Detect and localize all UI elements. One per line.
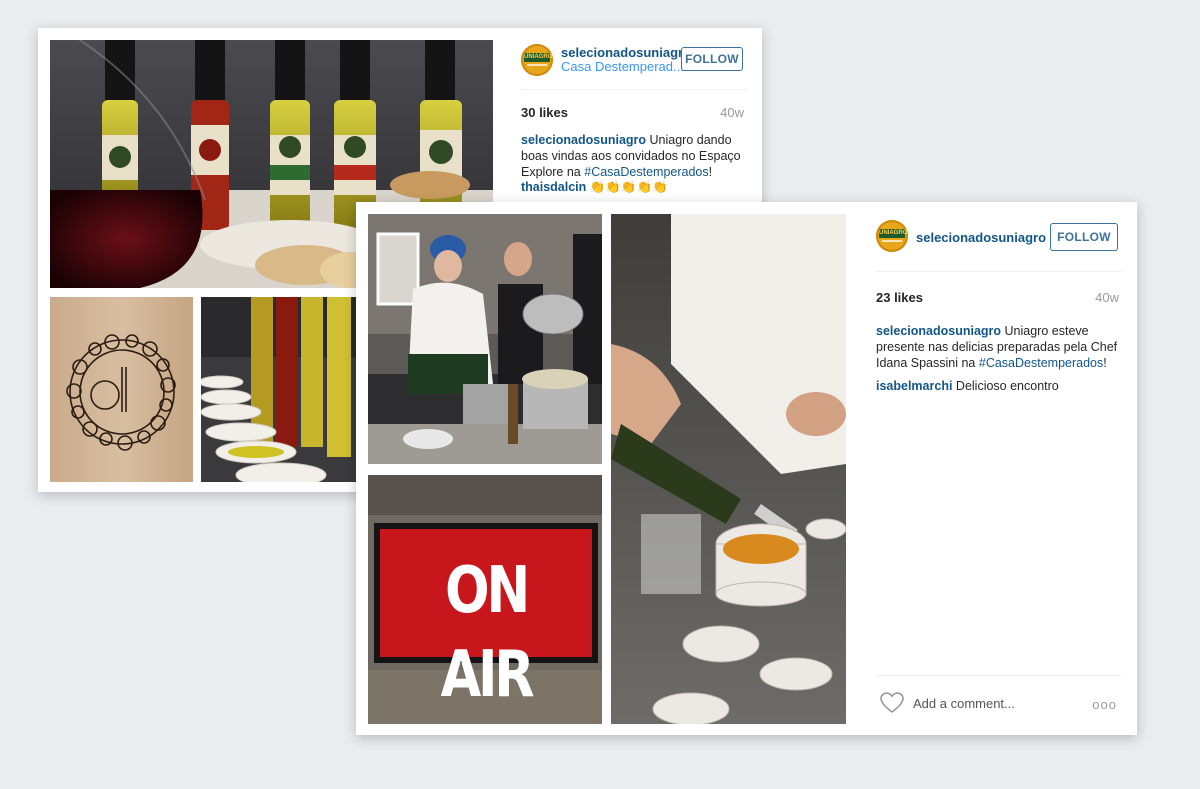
post-caption: selecionadosuniagro Uniagro esteve prese…	[876, 323, 1123, 371]
caption-end: !	[1103, 356, 1107, 370]
avatar-stripe	[527, 64, 547, 66]
likes-count[interactable]: 23 likes	[876, 290, 923, 305]
post-username[interactable]: selecionadosuniagro	[916, 230, 1046, 245]
divider	[876, 271, 1121, 272]
post-photo-oil-pouring[interactable]	[611, 214, 846, 724]
post-caption: selecionadosuniagro Uniagro dando boas v…	[521, 132, 748, 180]
chef-cooking-image	[368, 214, 602, 464]
post-photo-on-air-sign[interactable]: ON AIR	[368, 475, 602, 724]
post-photo-chef-cooking[interactable]	[368, 214, 602, 464]
instagram-post-card-2: ON AIR UNIAGRO selecionadosuniagro FOLLO…	[356, 202, 1137, 735]
add-comment-input[interactable]: Add a comment...	[913, 696, 1015, 711]
caption-username[interactable]: selecionadosuniagro	[521, 133, 646, 147]
comment: thaisdalcin 👏👏👏👏👏	[521, 180, 748, 195]
comment-text: 👏👏👏👏👏	[589, 180, 668, 194]
wood-d-logo-image	[50, 297, 193, 482]
comment-text: Delicioso encontro	[955, 379, 1059, 393]
post-location[interactable]: Casa Destemperad...	[561, 59, 684, 74]
avatar-stripe	[882, 240, 902, 242]
caption-hashtag[interactable]: #CasaDestemperados	[979, 356, 1103, 370]
caption-end: !	[708, 165, 713, 179]
caption-hashtag[interactable]: #CasaDestemperados	[584, 165, 708, 179]
on-air-text: ON AIR	[440, 554, 535, 712]
footer-divider	[876, 675, 1121, 676]
comment-username[interactable]: thaisdalcin	[521, 180, 586, 194]
post-photo-wood-logo[interactable]	[50, 297, 193, 482]
post-username[interactable]: selecionadosuniagro	[561, 45, 691, 60]
divider	[521, 89, 746, 90]
caption-username[interactable]: selecionadosuniagro	[876, 324, 1001, 338]
avatar[interactable]: UNIAGRO	[876, 220, 908, 252]
post-age[interactable]: 40w	[1095, 290, 1119, 305]
follow-button[interactable]: FOLLOW	[1050, 223, 1118, 251]
follow-button[interactable]: FOLLOW	[681, 47, 743, 71]
post-sidebar-2: UNIAGRO selecionadosuniagro FOLLOW 23 li…	[860, 202, 1137, 735]
uniagro-logo-text: UNIAGRO	[524, 53, 553, 62]
heart-icon-svg	[880, 692, 904, 714]
comment-username[interactable]: isabelmarchi	[876, 379, 952, 393]
more-options-icon[interactable]: ooo	[1092, 697, 1117, 712]
avatar[interactable]: UNIAGRO	[521, 44, 553, 76]
post-age[interactable]: 40w	[720, 105, 744, 120]
oil-pouring-image	[611, 214, 846, 724]
comment: isabelmarchi Delicioso encontro	[876, 379, 1123, 393]
likes-count[interactable]: 30 likes	[521, 105, 568, 120]
uniagro-logo-text: UNIAGRO	[879, 229, 908, 238]
heart-icon[interactable]	[880, 692, 904, 714]
